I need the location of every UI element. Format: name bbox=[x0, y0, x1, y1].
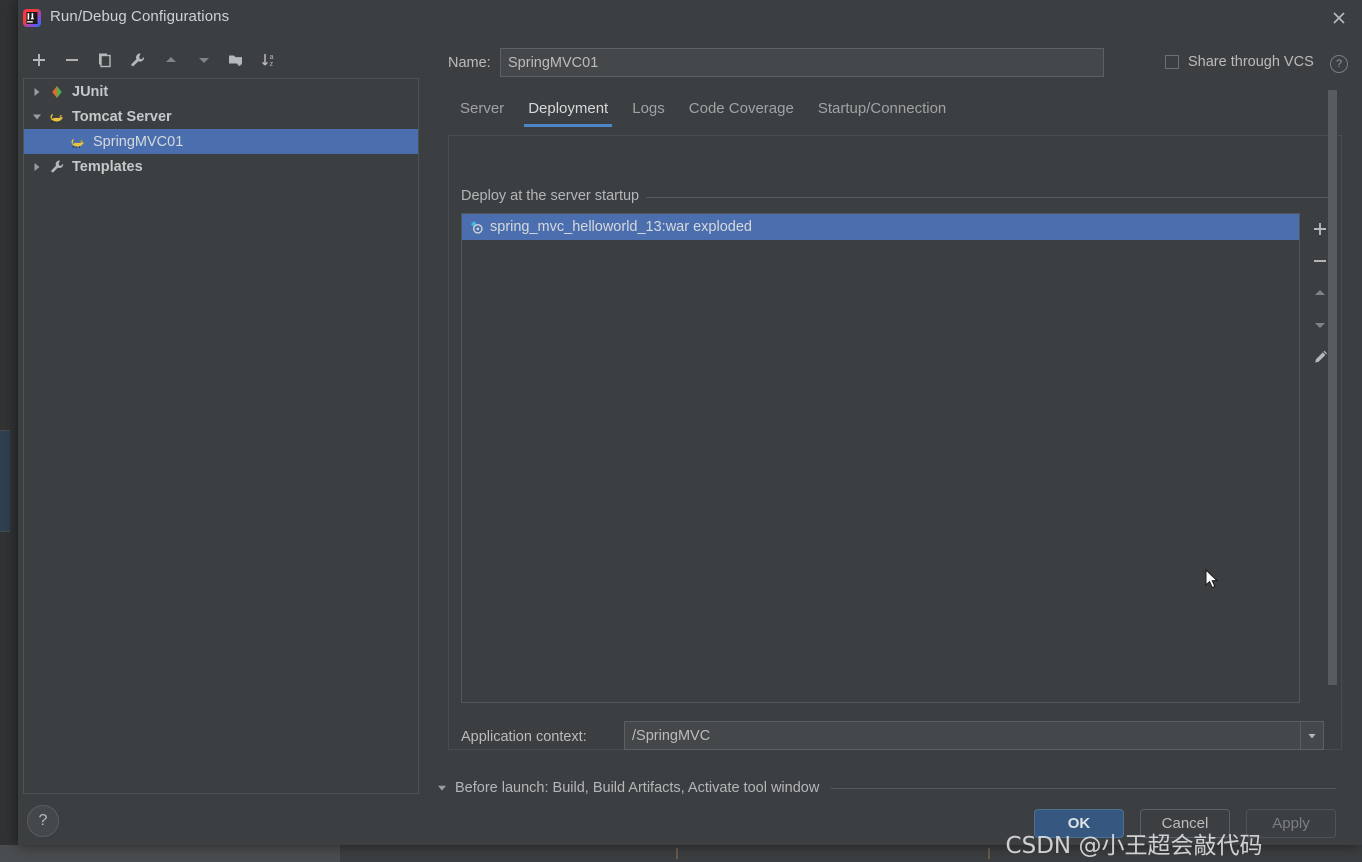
dialog-title: Run/Debug Configurations bbox=[50, 8, 230, 25]
deploy-artifacts-list[interactable]: spring_mvc_helloworld_13:war exploded bbox=[461, 213, 1300, 703]
configurations-toolbar: a z bbox=[22, 42, 418, 78]
deploy-artifact-row[interactable]: spring_mvc_helloworld_13:war exploded bbox=[462, 214, 1299, 240]
share-through-vcs-checkbox[interactable] bbox=[1165, 55, 1179, 69]
before-launch-label: Before launch: Build, Build Artifacts, A… bbox=[455, 780, 820, 796]
dialog-titlebar: Run/Debug Configurations bbox=[18, 0, 1362, 36]
new-folder-button[interactable] bbox=[220, 44, 253, 76]
chevron-right-icon[interactable] bbox=[27, 87, 47, 97]
editor-pane-scrollbar[interactable] bbox=[1326, 85, 1340, 690]
tree-item-templates[interactable]: Templates bbox=[24, 154, 418, 179]
chevron-right-icon[interactable] bbox=[27, 162, 47, 172]
intellij-idea-logo-icon bbox=[22, 8, 42, 28]
triangle-down-icon[interactable] bbox=[432, 783, 452, 793]
ide-background-bottom-left-bar bbox=[0, 845, 340, 862]
apply-button[interactable]: Apply bbox=[1246, 809, 1336, 838]
tree-item-label: Templates bbox=[72, 158, 143, 175]
application-context-input[interactable] bbox=[625, 722, 1300, 749]
chevron-down-icon[interactable] bbox=[1300, 722, 1323, 749]
cancel-button[interactable]: Cancel bbox=[1140, 809, 1230, 838]
svg-text:z: z bbox=[270, 61, 274, 68]
tab-logs[interactable]: Logs bbox=[620, 95, 677, 127]
run-debug-configurations-dialog: Run/Debug Configurations a z JUnit Tomca… bbox=[18, 0, 1362, 845]
tab-code-coverage[interactable]: Code Coverage bbox=[677, 95, 806, 127]
copy-configuration-button[interactable] bbox=[88, 44, 121, 76]
chevron-down-icon[interactable] bbox=[27, 112, 47, 122]
move-down-button[interactable] bbox=[187, 44, 220, 76]
svg-text:a: a bbox=[270, 54, 274, 61]
name-label: Name: bbox=[448, 55, 491, 71]
before-launch-rule bbox=[831, 787, 1336, 789]
wrench-icon bbox=[47, 159, 67, 174]
tomcat-icon bbox=[47, 110, 67, 124]
share-help-label: ? bbox=[1335, 58, 1343, 70]
share-through-vcs-label[interactable]: Share through VCS bbox=[1188, 54, 1314, 70]
ok-button[interactable]: OK bbox=[1034, 809, 1124, 838]
close-icon[interactable] bbox=[1316, 0, 1362, 36]
application-context-label: Application context: bbox=[461, 729, 587, 745]
tab-server[interactable]: Server bbox=[448, 95, 516, 127]
tree-item-tomcat-server[interactable]: Tomcat Server bbox=[24, 104, 418, 129]
tree-item-label: SpringMVC01 bbox=[93, 133, 184, 150]
deploy-section-title: Deploy at the server startup bbox=[461, 188, 647, 204]
tree-item-label: JUnit bbox=[72, 83, 109, 100]
tomcat-icon bbox=[68, 135, 88, 149]
junit-icon bbox=[47, 85, 67, 99]
configurations-tree[interactable]: JUnit Tomcat Server SpringMVC01 Template… bbox=[23, 78, 419, 794]
screen: Run/Debug Configurations a z JUnit Tomca… bbox=[0, 0, 1362, 862]
before-launch-section[interactable]: Before launch: Build, Build Artifacts, A… bbox=[432, 775, 1338, 801]
tab-deployment[interactable]: Deployment bbox=[516, 95, 620, 127]
scrollbar-thumb[interactable] bbox=[1328, 90, 1337, 685]
tree-item-junit[interactable]: JUnit bbox=[24, 79, 418, 104]
remove-configuration-button[interactable] bbox=[55, 44, 88, 76]
tab-startup-connection[interactable]: Startup/Connection bbox=[806, 95, 958, 127]
sort-configurations-button[interactable]: a z bbox=[253, 44, 286, 76]
name-input[interactable] bbox=[500, 48, 1104, 77]
application-context-combobox[interactable] bbox=[624, 721, 1324, 750]
move-up-button[interactable] bbox=[154, 44, 187, 76]
ide-background-tick bbox=[676, 848, 678, 859]
tree-item-springmvc01[interactable]: SpringMVC01 bbox=[24, 129, 418, 154]
ide-background-editor-strip bbox=[0, 430, 10, 532]
ide-background-tick bbox=[988, 848, 990, 859]
share-help-icon[interactable]: ? bbox=[1330, 55, 1348, 73]
deploy-artifact-label: spring_mvc_helloworld_13:war exploded bbox=[490, 219, 752, 235]
configuration-editor-pane: Name: Share through VCS ? Server Deploym… bbox=[424, 40, 1348, 801]
artifact-icon bbox=[466, 220, 486, 235]
add-configuration-button[interactable] bbox=[22, 44, 55, 76]
configuration-tabs: Server Deployment Logs Code Coverage Sta… bbox=[448, 95, 958, 133]
wrench-icon[interactable] bbox=[121, 44, 154, 76]
dialog-footer: OK Cancel Apply bbox=[18, 800, 1362, 845]
tree-item-label: Tomcat Server bbox=[72, 108, 172, 125]
